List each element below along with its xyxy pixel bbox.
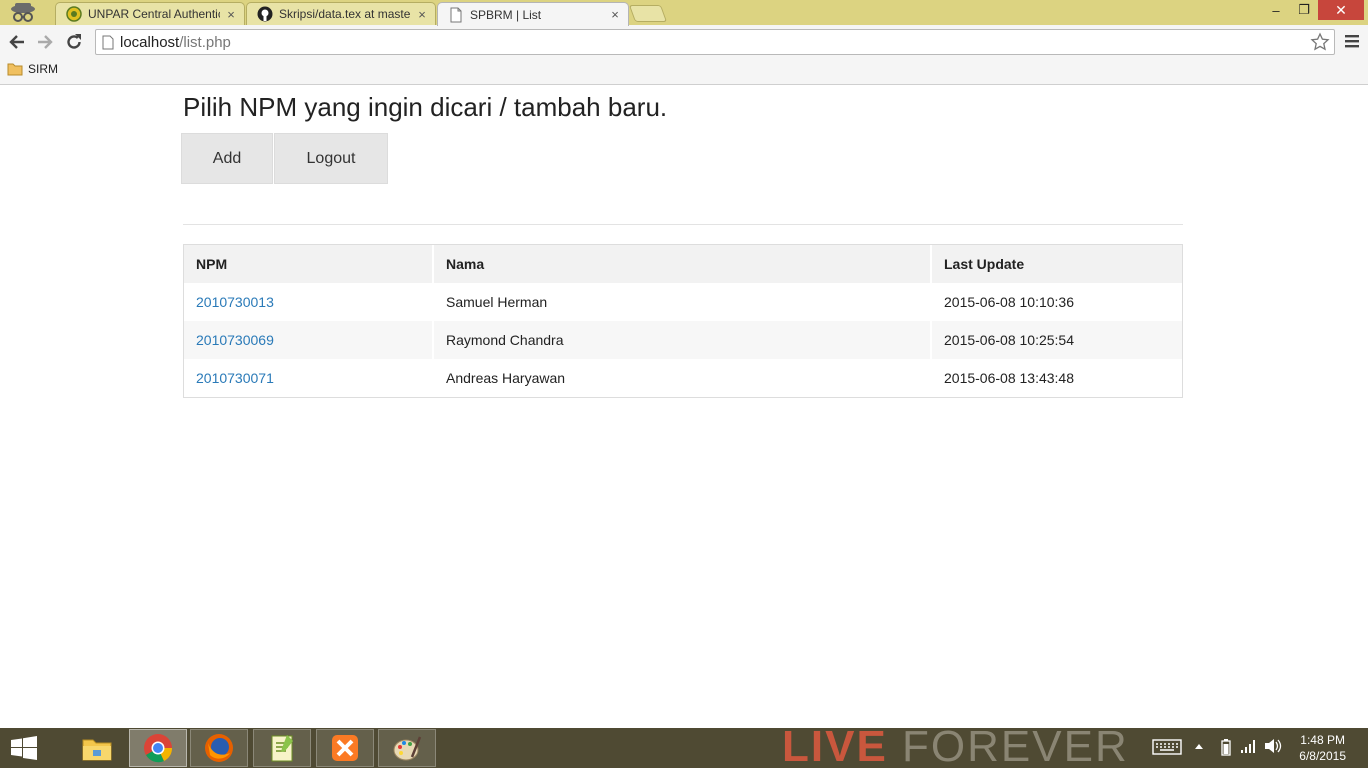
npm-cell: 2010730013	[184, 283, 433, 321]
tab-title: Skripsi/data.tex at master	[279, 7, 411, 21]
table-row: 2010730013 Samuel Herman 2015-06-08 10:1…	[184, 283, 1182, 321]
page-icon	[448, 7, 464, 23]
firefox-icon[interactable]	[190, 729, 248, 767]
tab-close-icon[interactable]: ×	[608, 7, 622, 22]
tab-title: SPBRM | List	[470, 7, 542, 22]
nama-cell: Samuel Herman	[432, 283, 931, 321]
tab-strip: UNPAR Central Authenticati × Skripsi/dat…	[0, 0, 1368, 26]
windows-start-icon[interactable]	[10, 736, 38, 765]
wallpaper-text-live: LIVE	[782, 722, 888, 771]
address-url: localhost/list.php	[120, 34, 231, 51]
taskbar: LIVE FOREVER 1:48 PM 6/8/2015	[0, 722, 1368, 771]
clock-time: 1:48 PM	[1300, 733, 1345, 747]
column-header-npm: NPM	[184, 245, 433, 283]
bookmark-sirm[interactable]: SIRM	[7, 62, 58, 76]
restore-button[interactable]: ❐	[1292, 0, 1316, 20]
back-arrow-icon	[9, 35, 24, 49]
table-row: 2010730071 Andreas Haryawan 2015-06-08 1…	[184, 359, 1182, 397]
clock-date: 6/8/2015	[1299, 749, 1346, 763]
npm-link[interactable]: 2010730069	[196, 332, 274, 348]
divider	[183, 224, 1183, 225]
github-icon	[257, 6, 273, 22]
wallpaper-text: LIVE FOREVER	[782, 722, 1129, 772]
page-content: Pilih NPM yang ingin dicari / tambah bar…	[0, 86, 1368, 728]
nama-cell: Raymond Chandra	[432, 321, 931, 359]
npm-cell: 2010730071	[184, 359, 433, 397]
volume-icon[interactable]	[1264, 738, 1282, 754]
column-header-last-update: Last Update	[930, 245, 1182, 283]
back-button[interactable]	[6, 31, 28, 53]
bookmarks-bar: SIRM	[0, 59, 1368, 85]
minimize-button[interactable]: –	[1264, 0, 1288, 20]
paint-icon[interactable]	[378, 729, 436, 767]
nama-cell: Andreas Haryawan	[432, 359, 931, 397]
bookmark-star-icon[interactable]	[1310, 32, 1330, 57]
reload-button[interactable]	[63, 31, 85, 53]
wallpaper-text-forever: FOREVER	[902, 722, 1129, 771]
incognito-icon	[4, 1, 42, 25]
tab-title: UNPAR Central Authenticati	[88, 7, 220, 21]
logout-button[interactable]: Logout	[274, 133, 388, 184]
network-signal-icon[interactable]	[1240, 738, 1256, 754]
bookmark-label: SIRM	[28, 62, 58, 76]
add-button[interactable]: Add	[181, 133, 273, 184]
reload-icon	[67, 34, 81, 49]
table-header-row: NPM Nama Last Update	[184, 245, 1182, 283]
notepad-plus-plus-icon[interactable]	[253, 729, 311, 767]
chrome-icon[interactable]	[129, 729, 187, 767]
last-update-cell: 2015-06-08 10:10:36	[930, 283, 1182, 321]
file-explorer-icon[interactable]	[68, 729, 126, 767]
url-host: localhost	[120, 34, 180, 51]
tab-spbrm-list[interactable]: SPBRM | List ×	[437, 2, 629, 26]
system-clock[interactable]: 1:48 PM 6/8/2015	[1299, 732, 1346, 764]
close-window-button[interactable]: ✕	[1318, 0, 1364, 20]
url-path: /list.php	[179, 34, 231, 51]
page-title: Pilih NPM yang ingin dicari / tambah bar…	[183, 92, 668, 122]
show-hidden-icons-icon[interactable]	[1194, 742, 1204, 750]
tab-close-icon[interactable]: ×	[415, 7, 429, 22]
new-tab-button[interactable]	[628, 5, 668, 22]
forward-arrow-icon	[38, 35, 53, 49]
chrome-menu-icon[interactable]	[1344, 33, 1360, 54]
last-update-cell: 2015-06-08 13:43:48	[930, 359, 1182, 397]
unpar-favicon	[66, 6, 82, 22]
browser-toolbar: localhost/list.php	[0, 25, 1368, 59]
column-header-nama: Nama	[432, 245, 931, 283]
npm-link[interactable]: 2010730013	[196, 294, 274, 310]
battery-icon[interactable]	[1221, 738, 1231, 756]
npm-link[interactable]: 2010730071	[196, 370, 274, 386]
tab-github[interactable]: Skripsi/data.tex at master ×	[246, 2, 436, 25]
keyboard-icon[interactable]	[1152, 738, 1182, 756]
xampp-icon[interactable]	[316, 729, 374, 767]
page-icon	[102, 35, 114, 55]
last-update-cell: 2015-06-08 10:25:54	[930, 321, 1182, 359]
npm-cell: 2010730069	[184, 321, 433, 359]
address-bar[interactable]: localhost/list.php	[95, 29, 1335, 55]
table-row: 2010730069 Raymond Chandra 2015-06-08 10…	[184, 321, 1182, 359]
tab-unpar[interactable]: UNPAR Central Authenticati ×	[55, 2, 245, 25]
folder-icon	[7, 63, 23, 76]
forward-button[interactable]	[34, 31, 56, 53]
tab-close-icon[interactable]: ×	[224, 7, 238, 22]
npm-table: NPM Nama Last Update 2010730013 Samuel H…	[183, 244, 1183, 398]
